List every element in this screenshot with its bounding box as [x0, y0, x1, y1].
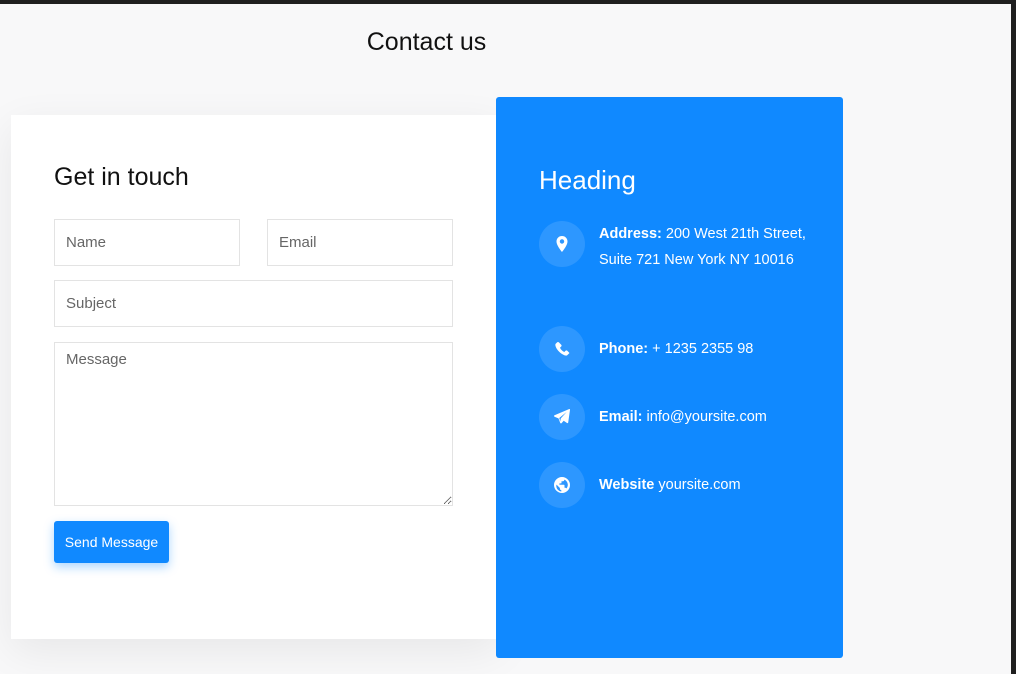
phone-label: Phone:: [599, 341, 649, 357]
phone-value: + 1235 2355 98: [652, 341, 754, 357]
website-value[interactable]: yoursite.com: [658, 477, 740, 493]
contact-info-card: Heading Address: 200 West 21th Street, S…: [496, 97, 843, 658]
email-input[interactable]: [267, 219, 453, 266]
email-label: Email:: [599, 409, 643, 425]
email-value[interactable]: info@yoursite.com: [647, 409, 767, 425]
info-heading: Heading: [539, 165, 636, 195]
website-text: Website yoursite.com: [599, 472, 811, 498]
send-message-button[interactable]: Send Message: [54, 521, 169, 563]
contact-form-card: Get in touch Send Message: [11, 115, 500, 639]
phone-icon: [539, 326, 585, 372]
address-text: Address: 200 West 21th Street, Suite 721…: [599, 221, 811, 273]
map-marker-icon: [539, 221, 585, 267]
email-text: Email: info@yoursite.com: [599, 404, 811, 430]
paper-plane-icon: [539, 394, 585, 440]
website-label: Website: [599, 477, 655, 493]
address-label: Address:: [599, 226, 662, 242]
globe-icon: [539, 462, 585, 508]
phone-text: Phone: + 1235 2355 98: [599, 336, 811, 362]
page: Contact us Get in touch Send Message Hea…: [0, 4, 1011, 674]
form-heading: Get in touch: [54, 163, 189, 191]
page-title: Contact us: [366, 28, 487, 56]
name-input[interactable]: [54, 219, 240, 266]
subject-input[interactable]: [54, 280, 453, 327]
message-textarea[interactable]: [54, 342, 453, 506]
